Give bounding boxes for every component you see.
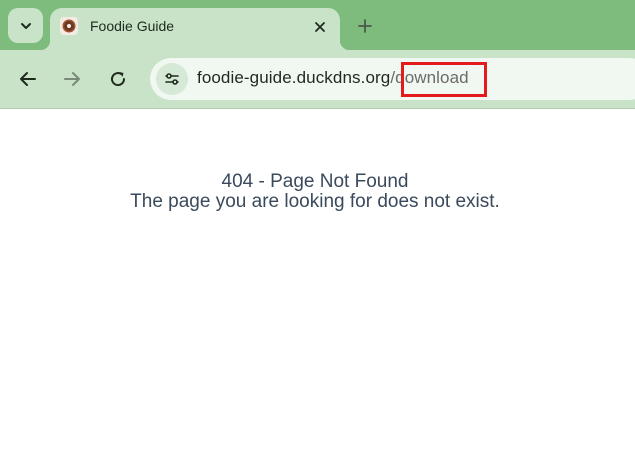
tab-title: Foodie Guide bbox=[90, 18, 175, 34]
toolbar: foodie-guide.duckdns.org/download bbox=[0, 50, 635, 109]
back-button[interactable] bbox=[12, 63, 44, 95]
plus-icon bbox=[358, 19, 372, 33]
address-bar[interactable]: foodie-guide.duckdns.org/download bbox=[150, 58, 635, 100]
tab-foodie-guide[interactable]: Foodie Guide bbox=[40, 8, 350, 50]
url-text: foodie-guide.duckdns.org/download bbox=[197, 68, 469, 88]
site-info-button[interactable] bbox=[156, 63, 188, 95]
tab-search-button[interactable] bbox=[8, 8, 43, 43]
arrow-left-icon bbox=[20, 72, 36, 86]
chevron-down-icon bbox=[20, 22, 31, 29]
browser-window: Foodie Guide foodie-guide.duckdns.org/do… bbox=[0, 0, 635, 473]
forward-button[interactable] bbox=[56, 63, 88, 95]
url-path: /download bbox=[390, 68, 469, 87]
page-content: 404 - Page Not Found The page you are lo… bbox=[0, 109, 635, 473]
arrow-right-icon bbox=[64, 72, 80, 86]
error-message: The page you are looking for does not ex… bbox=[130, 191, 500, 212]
donut-icon bbox=[60, 17, 78, 35]
reload-button[interactable] bbox=[102, 63, 134, 95]
error-title: 404 - Page Not Found bbox=[221, 171, 409, 192]
reload-icon bbox=[111, 72, 126, 87]
new-tab-button[interactable] bbox=[350, 11, 380, 41]
close-icon bbox=[315, 22, 325, 32]
tune-icon bbox=[165, 73, 179, 85]
tab-strip: Foodie Guide bbox=[0, 0, 635, 50]
url-host: foodie-guide.duckdns.org bbox=[197, 68, 391, 87]
close-tab-button[interactable] bbox=[308, 15, 332, 39]
